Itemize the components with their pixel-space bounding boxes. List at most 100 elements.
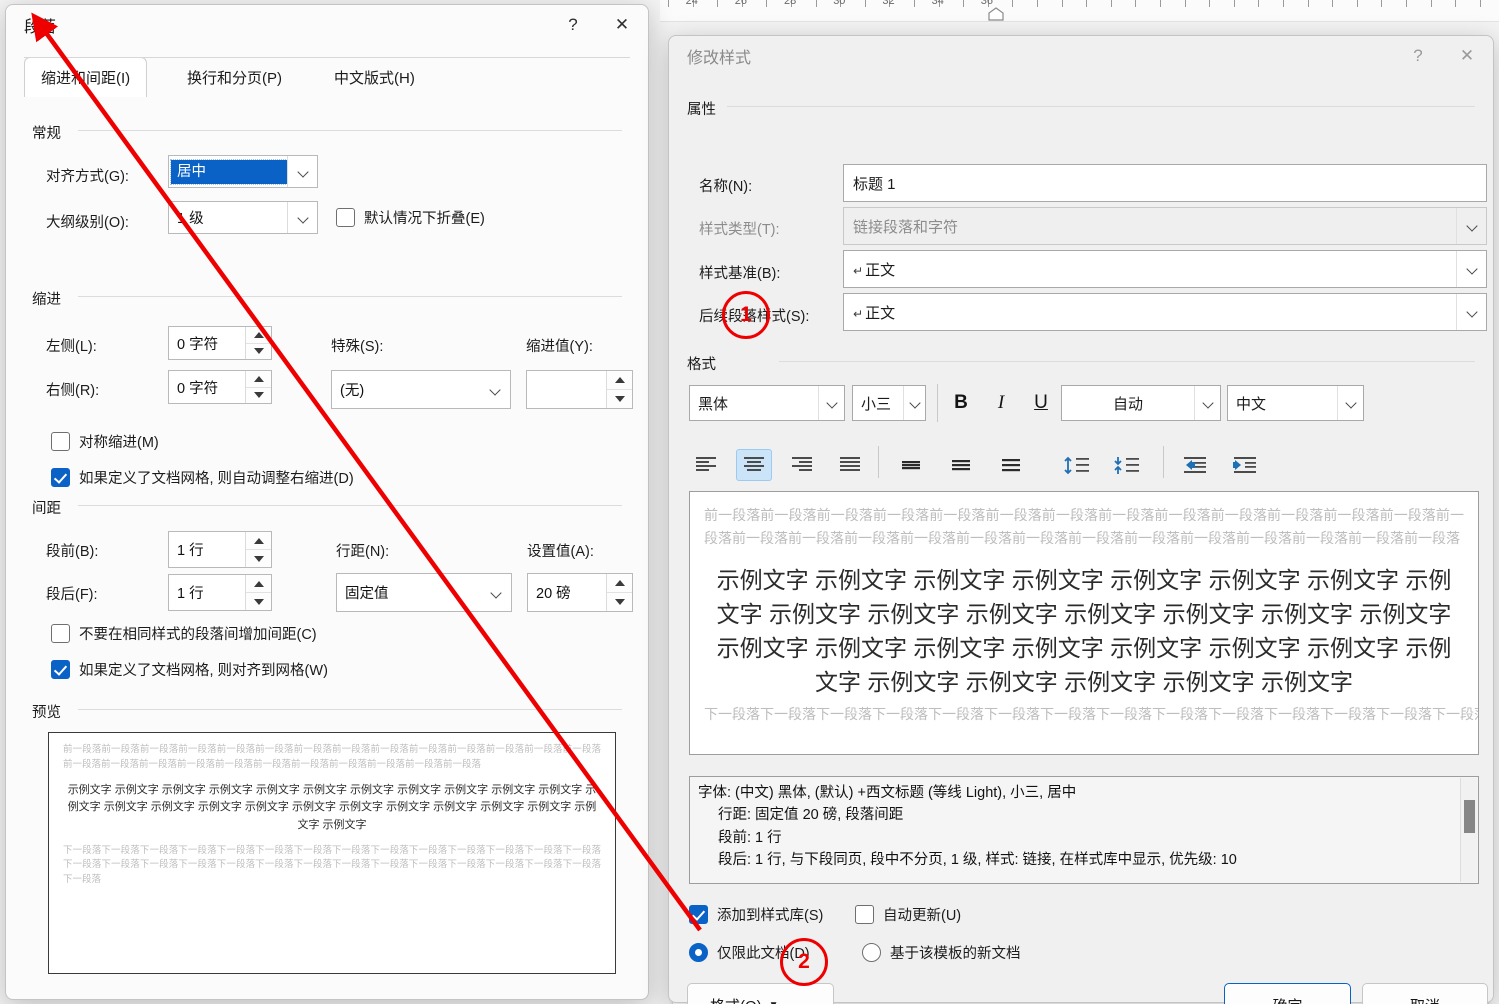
remove-space-after-icon[interactable] <box>1109 449 1145 481</box>
indent-left-stepper[interactable]: 0 字符 <box>168 326 272 360</box>
underline-button[interactable]: U <box>1024 387 1058 419</box>
indent-by-value[interactable] <box>527 371 606 408</box>
stepper-buttons[interactable] <box>606 574 632 611</box>
cancel-button[interactable]: 取消 <box>1362 983 1488 1004</box>
chevron-down-icon[interactable] <box>1456 294 1486 330</box>
indent-left-value[interactable]: 0 字符 <box>169 327 245 359</box>
add-space-before-icon[interactable] <box>1059 449 1095 481</box>
special-dropdown[interactable]: (无) <box>331 370 511 409</box>
chevron-down-icon[interactable] <box>903 386 925 420</box>
stepper-buttons[interactable] <box>606 371 632 408</box>
line-spacing-dropdown[interactable]: 固定值 <box>336 573 512 612</box>
snap-to-grid-checkbox[interactable]: 如果定义了文档网格, 则对齐到网格(W) <box>51 659 328 680</box>
align-center-icon[interactable] <box>736 449 772 481</box>
stepper-up-icon[interactable] <box>246 327 271 343</box>
radio-button[interactable] <box>689 943 708 962</box>
indent-right-value[interactable]: 0 字符 <box>169 371 245 403</box>
ok-button[interactable]: 确定 <box>1224 983 1351 1004</box>
space-before-stepper[interactable]: 1 行 <box>168 531 272 568</box>
font-family-dropdown[interactable]: 黑体 <box>689 385 845 421</box>
bold-button[interactable]: B <box>944 387 978 419</box>
line-spacing-1-5-icon[interactable] <box>943 449 979 481</box>
radio-button[interactable] <box>862 943 881 962</box>
checkbox-box[interactable] <box>336 208 355 227</box>
chevron-down-icon[interactable] <box>481 574 511 611</box>
decrease-indent-icon[interactable] <box>1177 449 1213 481</box>
help-button[interactable]: ? <box>1395 36 1441 76</box>
stepper-buttons[interactable] <box>245 532 271 567</box>
help-button[interactable]: ? <box>550 5 596 45</box>
checkbox-box[interactable] <box>51 432 70 451</box>
close-icon[interactable]: ✕ <box>1441 36 1493 76</box>
checkbox-box[interactable] <box>51 660 70 679</box>
mirror-indents-checkbox[interactable]: 对称缩进(M) <box>51 431 159 452</box>
auto-adjust-right-indent-checkbox[interactable]: 如果定义了文档网格, 则自动调整右缩进(D) <box>51 467 354 488</box>
align-justify-icon[interactable] <box>832 449 868 481</box>
description-scrollbar[interactable] <box>1460 778 1477 882</box>
indent-right-stepper[interactable]: 0 字符 <box>168 370 272 404</box>
space-before-value[interactable]: 1 行 <box>169 532 245 567</box>
stepper-down-icon[interactable] <box>607 592 632 611</box>
tab-indents-spacing[interactable]: 缩进和间距(I) <box>24 57 148 97</box>
paragraph-tabs[interactable]: 缩进和间距(I) 换行和分页(P) 中文版式(H) <box>24 57 648 97</box>
stepper-buttons[interactable] <box>245 371 271 403</box>
chevron-down-icon[interactable] <box>1456 251 1486 287</box>
no-space-same-style-checkbox[interactable]: 不要在相同样式的段落间增加间距(C) <box>51 623 317 644</box>
chevron-down-icon[interactable] <box>287 202 317 233</box>
chevron-down-icon[interactable] <box>1194 386 1220 420</box>
modify-style-titlebar[interactable]: 修改样式 ? ✕ <box>669 36 1493 76</box>
checkbox-box[interactable] <box>51 624 70 643</box>
indent-by-stepper[interactable] <box>526 370 633 409</box>
line-spacing-at-stepper[interactable]: 20 磅 <box>527 573 633 612</box>
format-button[interactable]: 格式(O) ▼ <box>687 983 834 1004</box>
close-icon[interactable]: ✕ <box>596 5 648 45</box>
paragraph-dialog-titlebar[interactable]: 段落 ? ✕ <box>6 5 648 45</box>
style-basedon-dropdown[interactable]: ↵ 正文 <box>843 250 1487 288</box>
stepper-up-icon[interactable] <box>246 575 271 592</box>
font-size-dropdown[interactable]: 小三 <box>852 385 926 421</box>
horizontal-ruler[interactable]: 24 26 28 30 32 34 36 <box>660 0 1499 22</box>
space-after-value[interactable]: 1 行 <box>169 575 245 610</box>
style-next-dropdown[interactable]: ↵ 正文 <box>843 293 1487 331</box>
tab-line-page-breaks[interactable]: 换行和分页(P) <box>170 57 299 97</box>
chevron-down-icon[interactable] <box>287 156 317 187</box>
stepper-buttons[interactable] <box>245 327 271 359</box>
new-documents-radio[interactable]: 基于该模板的新文档 <box>862 942 1021 963</box>
auto-update-checkbox[interactable]: 自动更新(U) <box>855 904 961 925</box>
indent-marker-icon[interactable] <box>987 7 1005 21</box>
script-dropdown[interactable]: 中文 <box>1227 385 1364 421</box>
align-right-icon[interactable] <box>784 449 820 481</box>
checkbox-box[interactable] <box>689 905 708 924</box>
stepper-down-icon[interactable] <box>246 549 271 567</box>
checkbox-box[interactable] <box>51 468 70 487</box>
paragraph-dialog[interactable]: 段落 ? ✕ 缩进和间距(I) 换行和分页(P) 中文版式(H) 常规 对齐方式… <box>5 4 649 1000</box>
line-spacing-double-icon[interactable] <box>993 449 1029 481</box>
stepper-down-icon[interactable] <box>246 386 271 403</box>
modify-style-dialog[interactable]: 修改样式 ? ✕ 属性 名称(N): 标题 1 样式类型(T): 链接段落和字符… <box>668 35 1494 1004</box>
stepper-up-icon[interactable] <box>607 574 632 592</box>
style-name-value[interactable]: 标题 1 <box>844 173 1486 194</box>
outline-level-dropdown[interactable]: 1 级 <box>168 201 318 234</box>
checkbox-box[interactable] <box>855 905 874 924</box>
scrollbar-thumb[interactable] <box>1464 800 1475 833</box>
stepper-buttons[interactable] <box>245 575 271 610</box>
font-color-dropdown[interactable]: 自动 <box>1061 385 1221 421</box>
chevron-down-icon[interactable] <box>1337 386 1363 420</box>
align-left-icon[interactable] <box>688 449 724 481</box>
italic-button[interactable]: I <box>984 387 1018 419</box>
style-name-input[interactable]: 标题 1 <box>843 164 1487 202</box>
collapse-by-default-checkbox[interactable]: 默认情况下折叠(E) <box>336 207 485 228</box>
stepper-up-icon[interactable] <box>607 371 632 389</box>
stepper-up-icon[interactable] <box>246 532 271 549</box>
alignment-dropdown[interactable]: 居中 <box>168 155 318 188</box>
add-to-gallery-checkbox[interactable]: 添加到样式库(S) <box>689 904 823 925</box>
line-spacing-at-value[interactable]: 20 磅 <box>528 574 606 611</box>
line-spacing-single-icon[interactable] <box>893 449 929 481</box>
stepper-down-icon[interactable] <box>607 389 632 408</box>
chevron-down-icon[interactable] <box>818 386 844 420</box>
stepper-up-icon[interactable] <box>246 371 271 387</box>
increase-indent-icon[interactable] <box>1227 449 1263 481</box>
tab-chinese-typography[interactable]: 中文版式(H) <box>317 57 432 97</box>
stepper-down-icon[interactable] <box>246 342 271 359</box>
chevron-down-icon[interactable] <box>480 371 510 408</box>
